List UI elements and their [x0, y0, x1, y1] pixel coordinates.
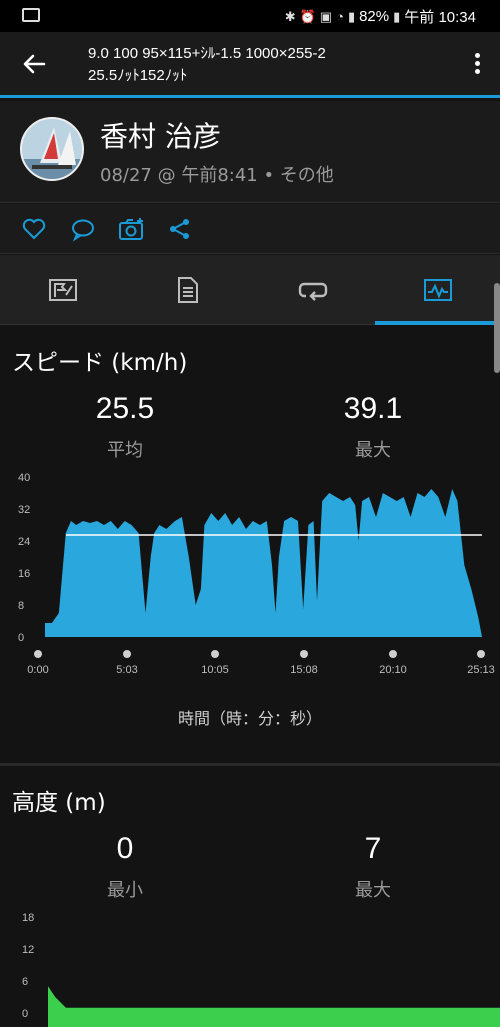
x-tick-dot	[211, 650, 219, 658]
back-arrow-icon[interactable]	[20, 50, 50, 80]
battery-percent: 82%	[359, 8, 390, 25]
y-tick-label: 0	[18, 632, 24, 644]
section-divider	[0, 763, 500, 766]
summary-flag-icon	[48, 279, 77, 301]
speed-title: スピード (km/h)	[12, 350, 188, 376]
y-tick-label: 18	[22, 912, 34, 924]
status-right: ✱ ⏰ ▣ ◔ ▮ 82% ▮ 午前 10:34	[285, 6, 476, 27]
x-tick-dot	[300, 650, 308, 658]
alarm-icon: ⏰	[299, 8, 316, 24]
heart-icon[interactable]	[21, 216, 47, 242]
elevation-title: 高度 (m)	[12, 790, 106, 816]
y-tick-label: 40	[18, 472, 30, 484]
elevation-min-label: 最小	[107, 880, 143, 901]
speed-max-label: 最大	[355, 440, 391, 461]
chart-icon	[423, 279, 452, 301]
x-tick-label: 5:03	[116, 664, 137, 676]
tab-details[interactable]	[125, 255, 250, 325]
x-tick-label: 0:00	[27, 664, 48, 676]
scroll-indicator[interactable]	[494, 283, 500, 373]
avatar[interactable]	[20, 117, 84, 181]
nfc-icon: ▣	[319, 8, 333, 24]
social-actions	[0, 204, 500, 254]
x-tick-label: 20:10	[379, 664, 407, 676]
camera-add-icon[interactable]	[118, 216, 144, 242]
speed-avg-value: 25.5	[95, 392, 155, 425]
speed-max-value: 39.1	[343, 392, 403, 425]
x-tick-dot	[34, 650, 42, 658]
share-icon[interactable]	[167, 216, 193, 242]
more-options-icon[interactable]	[472, 50, 482, 80]
x-tick-dot	[123, 650, 131, 658]
speed-area	[45, 489, 482, 637]
y-tick-label: 12	[22, 944, 34, 956]
app-bar: 9.0 100 95×115+ｼﾙ-1.5 1000×255-2 25.5ﾉｯﾄ…	[0, 32, 500, 98]
y-tick-label: 6	[22, 976, 28, 988]
activity-meta: 08/27 @ 午前8:41 • その他	[100, 165, 334, 186]
elevation-area	[48, 986, 500, 1027]
x-tick-label: 10:05	[201, 664, 229, 676]
activity-title-line2: 25.5ﾉｯﾄ152ﾉｯﾄ	[88, 67, 188, 84]
x-tick-dot	[477, 650, 485, 658]
elevation-min-value: 0	[116, 832, 134, 865]
gallery-notification-icon	[22, 8, 40, 22]
x-tick-label: 15:08	[290, 664, 318, 676]
active-tab-indicator	[375, 321, 500, 325]
repeat-icon	[298, 282, 327, 301]
y-tick-label: 32	[18, 504, 30, 516]
x-tick-dot	[389, 650, 397, 658]
document-icon	[177, 277, 198, 303]
activity-title-line1: 9.0 100 95×115+ｼﾙ-1.5 1000×255-2	[88, 45, 326, 62]
speed-chart: 0 8 16 24 32 40 0:00 5:03 10:05 15:08 20:10 25:13	[18, 472, 495, 676]
signal-icon: ▮	[347, 8, 356, 24]
clock: 午前 10:34	[404, 9, 476, 26]
y-tick-label: 24	[18, 536, 30, 548]
elevation-max-label: 最大	[355, 880, 391, 901]
x-tick-label: 25:13	[467, 664, 495, 676]
elevation-chart: 0 6 12 18	[22, 912, 500, 1027]
y-tick-label: 8	[18, 600, 24, 612]
status-bar: ✱ ⏰ ▣ ◔ ▮ 82% ▮ 午前 10:34	[0, 0, 500, 32]
user-name: 香村 治彦	[100, 120, 221, 153]
tab-summary[interactable]	[0, 255, 125, 325]
wifi-icon: ◔	[336, 9, 344, 24]
elevation-max-value: 7	[364, 832, 382, 865]
speed-x-axis-label: 時間（時：分：秒）	[177, 709, 322, 728]
comment-icon[interactable]	[70, 216, 96, 242]
profile-header: 香村 治彦 08/27 @ 午前8:41 • その他	[0, 101, 500, 203]
tab-charts[interactable]	[375, 255, 500, 325]
tab-laps[interactable]	[250, 255, 375, 325]
speed-avg-label: 平均	[107, 440, 143, 461]
bluetooth-icon: ✱	[284, 8, 296, 24]
detail-tabs	[0, 255, 500, 325]
y-tick-label: 16	[18, 568, 30, 580]
battery-icon: ▮	[393, 8, 401, 24]
y-tick-label: 0	[22, 1008, 28, 1020]
